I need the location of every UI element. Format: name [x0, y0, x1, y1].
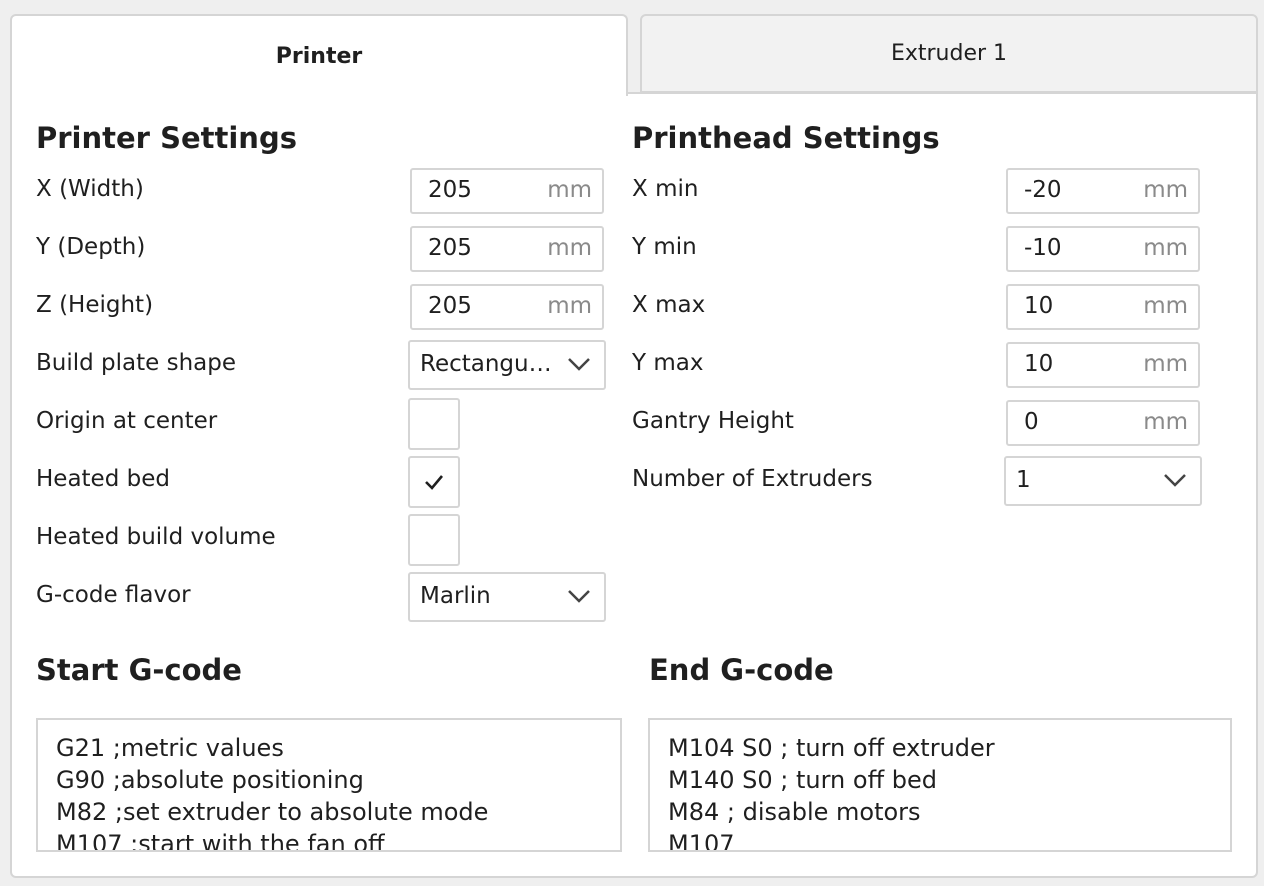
gcode-line: M82 ;set extruder to absolute mode — [56, 798, 489, 826]
chevron-down-icon — [568, 358, 590, 371]
y-min-label: Y min — [632, 234, 697, 260]
gcode-line: G21 ;metric values — [56, 734, 284, 762]
heated-bed-label: Heated bed — [36, 466, 170, 492]
gcode-line: G90 ;absolute positioning — [56, 766, 364, 794]
gcode-flavor-value: Marlin — [420, 583, 491, 609]
y-max-label: Y max — [632, 350, 704, 376]
y-max-field[interactable]: 10 mm — [1006, 342, 1200, 388]
heated-build-volume-label: Heated build volume — [36, 524, 276, 550]
gcode-line: M107 ;start with the fan off — [56, 830, 385, 852]
printer-settings-title: Printer Settings — [36, 121, 297, 155]
number-of-extruders-value: 1 — [1016, 467, 1031, 493]
y-depth-value: 205 — [428, 235, 472, 261]
y-depth-unit: mm — [547, 235, 592, 261]
start-gcode-editor[interactable]: G21 ;metric values G90 ;absolute positio… — [36, 718, 622, 852]
number-of-extruders-dropdown[interactable]: 1 — [1004, 456, 1202, 506]
origin-at-center-checkbox[interactable] — [408, 398, 460, 450]
x-width-field[interactable]: 205 mm — [410, 168, 604, 214]
x-min-value: -20 — [1024, 177, 1062, 203]
z-height-unit: mm — [547, 293, 592, 319]
gantry-height-unit: mm — [1143, 409, 1188, 435]
build-plate-shape-label: Build plate shape — [36, 350, 237, 376]
z-height-value: 205 — [428, 293, 472, 319]
gantry-height-value: 0 — [1024, 409, 1039, 435]
gantry-height-label: Gantry Height — [632, 408, 794, 434]
origin-at-center-label: Origin at center — [36, 408, 218, 434]
y-max-value: 10 — [1024, 351, 1054, 377]
gcode-line: M104 S0 ; turn off extruder — [668, 734, 995, 762]
y-depth-label: Y (Depth) — [36, 234, 146, 260]
gantry-height-field[interactable]: 0 mm — [1006, 400, 1200, 446]
x-min-unit: mm — [1143, 177, 1188, 203]
number-of-extruders-label: Number of Extruders — [632, 466, 873, 492]
x-width-label: X (Width) — [36, 176, 144, 202]
end-gcode-editor[interactable]: M104 S0 ; turn off extruder M140 S0 ; tu… — [648, 718, 1232, 852]
y-depth-field[interactable]: 205 mm — [410, 226, 604, 272]
gcode-flavor-dropdown[interactable]: Marlin — [408, 572, 606, 622]
build-plate-shape-dropdown[interactable]: Rectangular — [408, 340, 606, 390]
chevron-down-icon — [568, 590, 590, 603]
x-max-unit: mm — [1143, 293, 1188, 319]
gcode-line: M84 ; disable motors — [668, 798, 921, 826]
heated-build-volume-checkbox[interactable] — [408, 514, 460, 566]
gcode-flavor-label: G-code flavor — [36, 582, 191, 608]
z-height-field[interactable]: 205 mm — [410, 284, 604, 330]
chevron-down-icon — [1164, 474, 1186, 487]
tab-extruder-1[interactable]: Extruder 1 — [640, 14, 1258, 93]
x-min-field[interactable]: -20 mm — [1006, 168, 1200, 214]
x-max-field[interactable]: 10 mm — [1006, 284, 1200, 330]
x-width-unit: mm — [547, 177, 592, 203]
gcode-line: M140 S0 ; turn off bed — [668, 766, 937, 794]
tab-printer[interactable]: Printer — [10, 14, 628, 96]
y-min-value: -10 — [1024, 235, 1062, 261]
checkmark-icon — [425, 475, 443, 490]
x-max-value: 10 — [1024, 293, 1054, 319]
y-min-field[interactable]: -10 mm — [1006, 226, 1200, 272]
heated-bed-checkbox[interactable] — [408, 456, 460, 508]
end-gcode-title: End G-code — [649, 653, 834, 687]
x-max-label: X max — [632, 292, 706, 318]
z-height-label: Z (Height) — [36, 292, 154, 318]
x-min-label: X min — [632, 176, 699, 202]
x-width-value: 205 — [428, 177, 472, 203]
printhead-settings-title: Printhead Settings — [632, 121, 940, 155]
y-min-unit: mm — [1143, 235, 1188, 261]
gcode-line: M107 — [668, 830, 735, 852]
start-gcode-title: Start G-code — [36, 653, 242, 687]
y-max-unit: mm — [1143, 351, 1188, 377]
build-plate-shape-value: Rectangular — [420, 351, 555, 377]
